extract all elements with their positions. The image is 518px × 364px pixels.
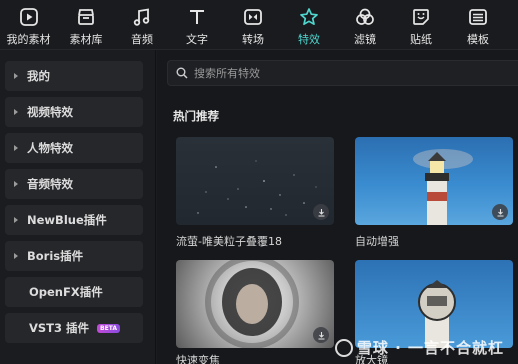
effects-panel: 搜索所有特效 热门推荐 流萤-唯美粒子叠覆18 自动增强 快速变焦 放大镜 雪球… [157, 50, 518, 364]
sidebar-item-vst3[interactable]: VST3 插件 BETA [5, 313, 143, 343]
sidebar-item-label: 音频特效 [27, 177, 73, 191]
sidebar-item-label: 我的 [27, 69, 50, 83]
tab-label: 转场 [242, 33, 264, 46]
my-media-icon [18, 6, 40, 28]
effect-card-name: 自动增强 [355, 235, 399, 248]
sidebar-item-mine[interactable]: 我的 [5, 61, 143, 91]
sidebar-item-label: 视频特效 [27, 105, 73, 119]
zoom-blur-thumbnail [205, 260, 299, 348]
tab-my-media[interactable]: 我的素材 [0, 0, 57, 50]
particles-thumbnail [197, 160, 317, 216]
top-toolbar: 我的素材 素材库 音频 文字 转场 特效 滤镜 贴纸 模板 [0, 0, 518, 50]
snowball-logo-icon [334, 338, 353, 357]
sidebar-item-video-effects[interactable]: 视频特效 [5, 97, 143, 127]
tab-effects[interactable]: 特效 [281, 0, 337, 50]
tab-audio[interactable]: 音频 [115, 0, 169, 50]
tab-label: 滤镜 [354, 33, 376, 46]
sidebar-item-label: VST3 插件 [29, 321, 90, 335]
download-icon[interactable] [313, 204, 329, 220]
effect-card-particles[interactable] [176, 137, 334, 225]
sidebar-item-newblue[interactable]: NewBlue插件 [5, 205, 143, 235]
effect-card-auto-enhance[interactable] [355, 137, 513, 225]
tab-label: 素材库 [69, 33, 103, 46]
tab-label: 文字 [186, 33, 208, 46]
tab-label: 我的素材 [6, 33, 51, 46]
tab-text[interactable]: 文字 [169, 0, 225, 50]
sidebar-item-label: NewBlue插件 [27, 213, 107, 227]
sticker-icon [410, 6, 432, 28]
watermark-text: 雪球 · 一言不合就杠 [356, 339, 504, 357]
tab-library[interactable]: 素材库 [57, 0, 115, 50]
effect-card-name: 快速变焦 [176, 354, 220, 364]
chevron-right-icon [5, 108, 27, 116]
download-icon[interactable] [492, 204, 508, 220]
sidebar-item-label: Boris插件 [27, 249, 84, 263]
beta-badge: BETA [97, 323, 120, 333]
sidebar-item-people-effects[interactable]: 人物特效 [5, 133, 143, 163]
search-input[interactable]: 搜索所有特效 [167, 60, 518, 86]
tab-sticker[interactable]: 贴纸 [393, 0, 449, 50]
download-icon[interactable] [313, 327, 329, 343]
magnifier-thumbnail [418, 280, 456, 348]
tab-label: 音频 [131, 33, 153, 46]
tab-label: 贴纸 [410, 33, 432, 46]
sidebar-item-boris[interactable]: Boris插件 [5, 241, 143, 271]
tab-label: 模板 [467, 33, 489, 46]
music-note-icon [131, 6, 153, 28]
transition-icon [242, 6, 264, 28]
text-icon [186, 6, 208, 28]
chevron-right-icon [5, 216, 27, 224]
sidebar-item-label: 人物特效 [27, 141, 73, 155]
chevron-right-icon [5, 180, 27, 188]
effects-star-icon [298, 6, 320, 28]
tab-transition[interactable]: 转场 [225, 0, 281, 50]
chevron-right-icon [5, 72, 27, 80]
sidebar-item-audio-effects[interactable]: 音频特效 [5, 169, 143, 199]
effect-card-magnifier[interactable] [355, 260, 513, 348]
category-sidebar: 我的 视频特效 人物特效 音频特效 NewBlue插件 Boris插件 Open… [0, 50, 156, 364]
section-title: 热门推荐 [173, 109, 219, 123]
chevron-right-icon [5, 252, 27, 260]
effect-card-quick-zoom[interactable] [176, 260, 334, 348]
watermark: 雪球 · 一言不合就杠 [334, 337, 504, 358]
library-icon [75, 6, 97, 28]
effect-card-name: 流萤-唯美粒子叠覆18 [176, 235, 282, 248]
sidebar-item-openfx[interactable]: OpenFX插件 [5, 277, 143, 307]
lighthouse-thumbnail [413, 149, 473, 225]
search-icon [172, 67, 192, 79]
tab-filter[interactable]: 滤镜 [337, 0, 393, 50]
sidebar-item-label: OpenFX插件 [29, 285, 103, 299]
tab-template[interactable]: 模板 [449, 0, 507, 50]
search-placeholder: 搜索所有特效 [194, 67, 260, 80]
template-icon [467, 6, 489, 28]
tab-label: 特效 [298, 33, 320, 46]
chevron-right-icon [5, 144, 27, 152]
filter-icon [354, 6, 376, 28]
